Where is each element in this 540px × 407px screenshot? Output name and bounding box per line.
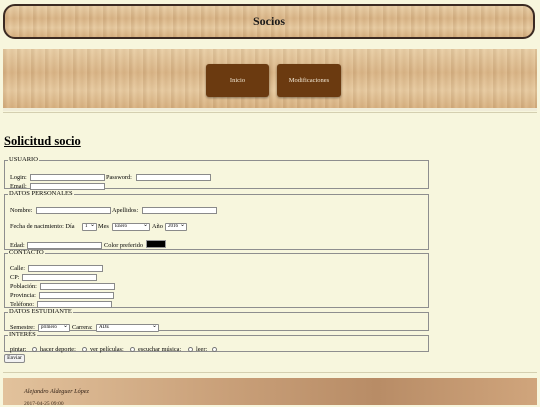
page-header: Socios <box>3 4 535 39</box>
edad-input[interactable] <box>27 242 102 249</box>
login-label: Login: <box>10 174 27 181</box>
nav-inicio-button[interactable]: Inicio <box>206 64 269 97</box>
contacto-legend: CONTACTO <box>9 249 44 256</box>
anio-label: Año <box>152 223 163 230</box>
personales-fieldset: DATOS PERSONALES Nombre: Apellidos: Fech… <box>4 190 429 250</box>
divider <box>3 372 537 373</box>
interes-radio-deporte[interactable] <box>82 347 87 352</box>
email-input[interactable] <box>30 183 105 190</box>
interes-radio-pintar[interactable] <box>32 347 37 352</box>
estudiante-fieldset: DATOS ESTUDIANTE Semestre: primero Carre… <box>4 308 429 332</box>
interes-label-peliculas: ver películas: <box>90 346 124 353</box>
cp-label: CP: <box>10 274 20 281</box>
footer-author: Alejandro Aldeguer López <box>24 388 89 395</box>
footer-date: 2017-04-25 09:00 <box>24 401 64 407</box>
nombre-label: Nombre: <box>10 207 33 214</box>
password-input[interactable] <box>136 174 211 181</box>
mes-select[interactable]: Enero <box>112 223 150 231</box>
intereses-legend: INTERÉS <box>9 331 36 338</box>
password-label: Password: <box>106 174 132 181</box>
provincia-input[interactable] <box>39 292 114 299</box>
provincia-label: Provincia: <box>10 292 36 299</box>
nombre-input[interactable] <box>36 207 111 214</box>
contacto-fieldset: CONTACTO Calle: CP: Población: Provincia… <box>4 249 429 308</box>
nav-bar: Inicio Modificaciones <box>3 49 537 111</box>
calle-input[interactable] <box>28 265 103 272</box>
poblacion-label: Población: <box>10 283 37 290</box>
usuario-legend: USUARIO <box>9 156 38 163</box>
interes-radio-musica[interactable] <box>188 347 193 352</box>
dia-select[interactable]: 1 <box>82 223 97 231</box>
apellidos-input[interactable] <box>142 207 217 214</box>
usuario-fieldset: USUARIO Login: Password: Email: <box>4 156 429 190</box>
nav-modificaciones-button[interactable]: Modificaciones <box>277 64 341 97</box>
mes-label: Mes <box>98 223 109 230</box>
estudiante-legend: DATOS ESTUDIANTE <box>9 308 72 315</box>
telefono-input[interactable] <box>37 301 112 308</box>
page-footer: Alejandro Aldeguer López 2017-04-25 09:0… <box>3 378 537 407</box>
interes-radio-leer[interactable] <box>212 347 217 352</box>
interes-label-pintar: pintar: <box>10 346 27 353</box>
divider <box>3 112 537 113</box>
color-label: Color preferido <box>104 242 143 249</box>
intereses-fieldset: INTERÉS pintar: hacer deporte: ver pelíc… <box>4 331 429 353</box>
personales-legend: DATOS PERSONALES <box>9 190 73 197</box>
carrera-select[interactable]: ADE <box>96 324 159 332</box>
color-picker[interactable] <box>146 240 166 248</box>
interes-label-leer: leer: <box>196 346 208 353</box>
carrera-label: Carrera: <box>72 324 93 331</box>
login-input[interactable] <box>30 174 105 181</box>
page-title: Solicitud socio <box>4 134 81 148</box>
fecha-label: Fecha de nacimiento: Día <box>10 223 75 230</box>
enviar-button[interactable]: Enviar <box>4 354 25 363</box>
header-title: Socios <box>252 14 285 28</box>
apellidos-label: Apellidos: <box>112 207 139 214</box>
calle-label: Calle: <box>10 265 26 272</box>
cp-input[interactable] <box>22 274 97 281</box>
interes-label-deporte: hacer deporte: <box>40 346 76 353</box>
semestre-select[interactable]: primero <box>38 324 70 332</box>
interes-radio-peliculas[interactable] <box>130 347 135 352</box>
interes-label-musica: escuchar música: <box>138 346 182 353</box>
anio-select[interactable]: 2016 <box>165 223 187 231</box>
poblacion-input[interactable] <box>40 283 115 290</box>
